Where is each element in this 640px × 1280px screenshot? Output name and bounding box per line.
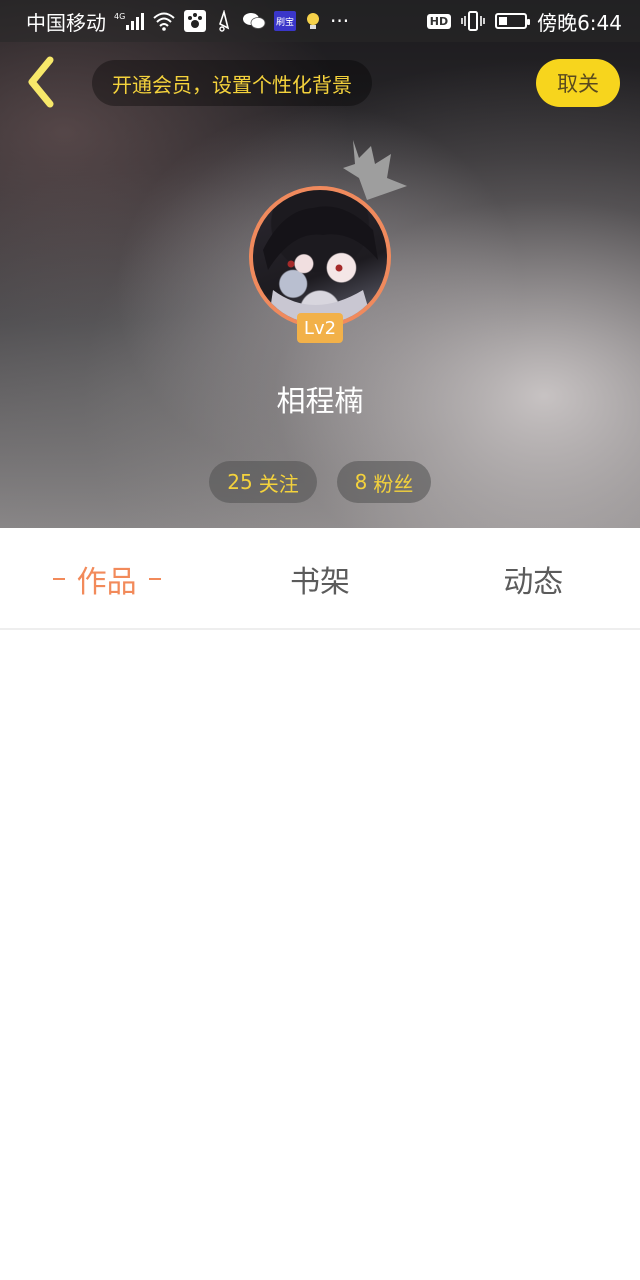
status-bar: 中国移动 4G 刷宝 ··· HD 傍晚6:44 bbox=[0, 0, 640, 42]
tab-works[interactable]: 作品 bbox=[0, 530, 213, 628]
tab-activity[interactable]: 动态 bbox=[427, 530, 640, 628]
clock: 傍晚6:44 bbox=[537, 10, 622, 35]
fans-button[interactable]: 8 粉丝 bbox=[337, 461, 431, 503]
back-chevron-icon bbox=[28, 56, 54, 108]
following-count: 25 bbox=[227, 470, 253, 494]
tab-bookshelf[interactable]: 书架 bbox=[213, 530, 426, 628]
fans-count: 8 bbox=[354, 470, 368, 494]
tab-content-area bbox=[0, 630, 640, 1280]
app-badge: 刷宝 bbox=[274, 11, 296, 31]
profile-tabs: 作品 书架 动态 bbox=[0, 530, 640, 630]
membership-background-prompt[interactable]: 开通会员，设置个性化背景 bbox=[92, 60, 372, 106]
tab-bookshelf-label: 书架 bbox=[289, 565, 350, 600]
active-tab-indicator-left bbox=[52, 578, 65, 580]
carrier-label: 中国移动 bbox=[26, 10, 106, 35]
hd-icon: HD bbox=[426, 13, 452, 29]
signal-icon: 4G bbox=[114, 11, 144, 31]
svg-text:4G: 4G bbox=[114, 12, 125, 21]
following-button[interactable]: 25 关注 bbox=[209, 461, 317, 503]
wechat-icon bbox=[242, 11, 266, 31]
active-tab-indicator-right bbox=[148, 578, 161, 580]
back-button[interactable] bbox=[18, 56, 66, 108]
membership-prompt-text: 开通会员，设置个性化背景 bbox=[112, 72, 352, 97]
user-name: 相程楠 bbox=[276, 384, 364, 418]
bulb-icon bbox=[304, 11, 322, 31]
paw-app-icon bbox=[184, 10, 206, 32]
fans-label: 粉丝 bbox=[373, 471, 414, 496]
notification-icon bbox=[214, 10, 234, 32]
vibrate-icon bbox=[461, 10, 485, 32]
unfollow-label: 取关 bbox=[557, 72, 599, 96]
following-label: 关注 bbox=[258, 471, 299, 496]
battery-icon bbox=[495, 13, 531, 29]
unfollow-button[interactable]: 取关 bbox=[536, 59, 620, 107]
wifi-icon bbox=[152, 11, 176, 31]
more-notifications: ··· bbox=[330, 9, 350, 33]
crown-icon bbox=[343, 140, 407, 200]
tab-works-label: 作品 bbox=[76, 565, 137, 600]
tab-activity-label: 动态 bbox=[503, 565, 564, 600]
avatar-container[interactable] bbox=[249, 186, 391, 328]
avatar[interactable] bbox=[249, 186, 391, 328]
level-badge: Lv2 bbox=[297, 313, 343, 343]
